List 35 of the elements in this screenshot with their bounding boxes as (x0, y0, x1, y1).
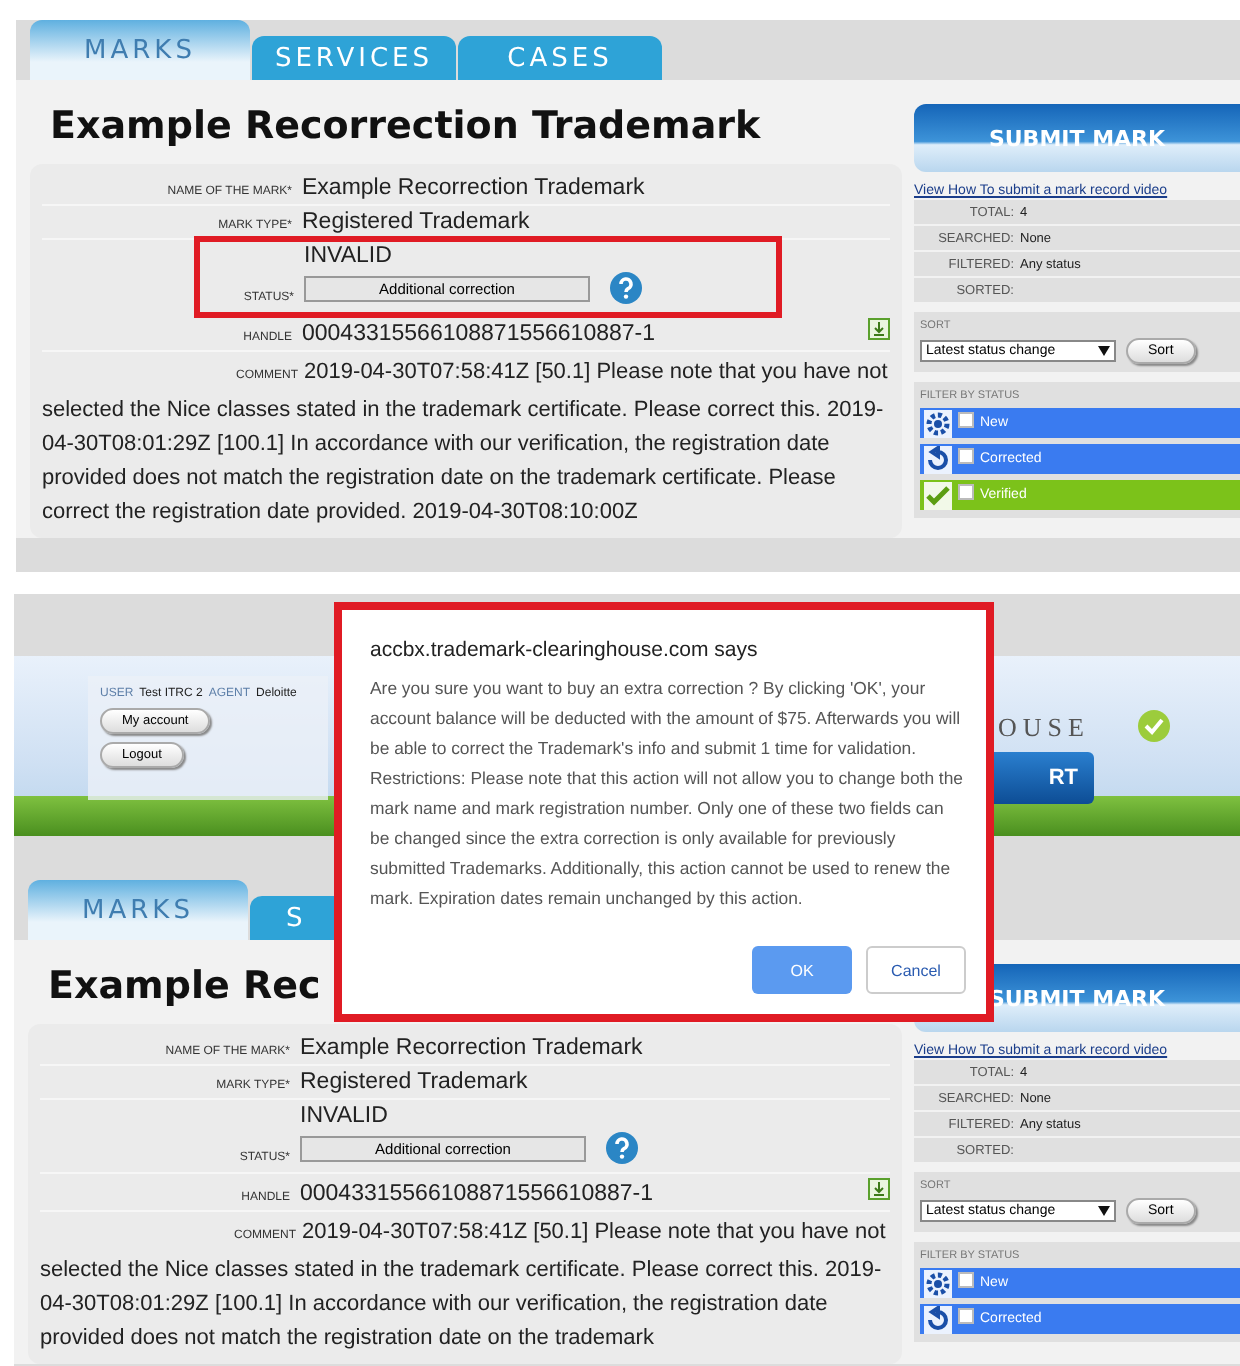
status-value: INVALID (304, 244, 394, 268)
field-value: Example Recorrection Trademark (302, 176, 645, 200)
circular-arrow-icon (924, 445, 952, 473)
ok-button[interactable]: OK (752, 946, 852, 994)
nav-tab[interactable]: CASES (458, 36, 662, 80)
page-title: Example Rec (48, 964, 321, 1008)
field-value: 00043315566108871556610887-1 (300, 1182, 656, 1206)
field-value: Registered Trademark (302, 210, 530, 234)
check-icon (1138, 710, 1170, 742)
download-icon[interactable] (868, 1178, 890, 1200)
nav-tab[interactable]: SERVICES (252, 36, 456, 80)
gear-icon (924, 1269, 952, 1297)
filter-checkbox[interactable] (958, 412, 974, 428)
gear-icon (924, 409, 952, 437)
status-value: INVALID (300, 1104, 390, 1128)
filter-checkbox[interactable] (958, 1308, 974, 1324)
dialog-title: accbx.trademark-clearinghouse.com says (370, 638, 760, 662)
filter-checkbox[interactable] (958, 1272, 974, 1288)
cancel-button[interactable]: Cancel (866, 946, 966, 994)
filter-checkbox[interactable] (958, 448, 974, 464)
help-icon[interactable] (610, 272, 642, 304)
field-value: 00043315566108871556610887-1 (302, 322, 658, 346)
nav-tab[interactable]: MARKS (28, 880, 248, 940)
filter-checkbox[interactable] (958, 484, 974, 500)
dialog-message: Are you sure you want to buy an extra correction ? By clicking 'OK', your account balance will be deducted with the amount of $75. Afterwards you will be able to correct the Trademark's info and submit 1 time for validation. Restrictions: Please note that this action will not allow you to change both the mark name and mark registration number. Only one of these two fields can be changed since the extra correction is only available for previously submitted Trademarks. Additionally, this action cannot be used to renew the mark. Expiration dates remain unchanged by this action. (370, 676, 966, 912)
page-title: Example Recorrection Trademark (50, 104, 761, 148)
field-value: Registered Trademark (300, 1070, 528, 1094)
nav-tab[interactable]: MARKS (30, 20, 250, 80)
field-value: Example Recorrection Trademark (300, 1036, 643, 1060)
submit-mark-button[interactable]: SUBMIT MARK (914, 104, 1240, 172)
logo-text: OUSE (998, 712, 1090, 744)
help-icon[interactable] (606, 1132, 638, 1164)
download-icon[interactable] (868, 318, 890, 340)
check-icon (924, 481, 952, 509)
circular-arrow-icon (924, 1305, 952, 1333)
